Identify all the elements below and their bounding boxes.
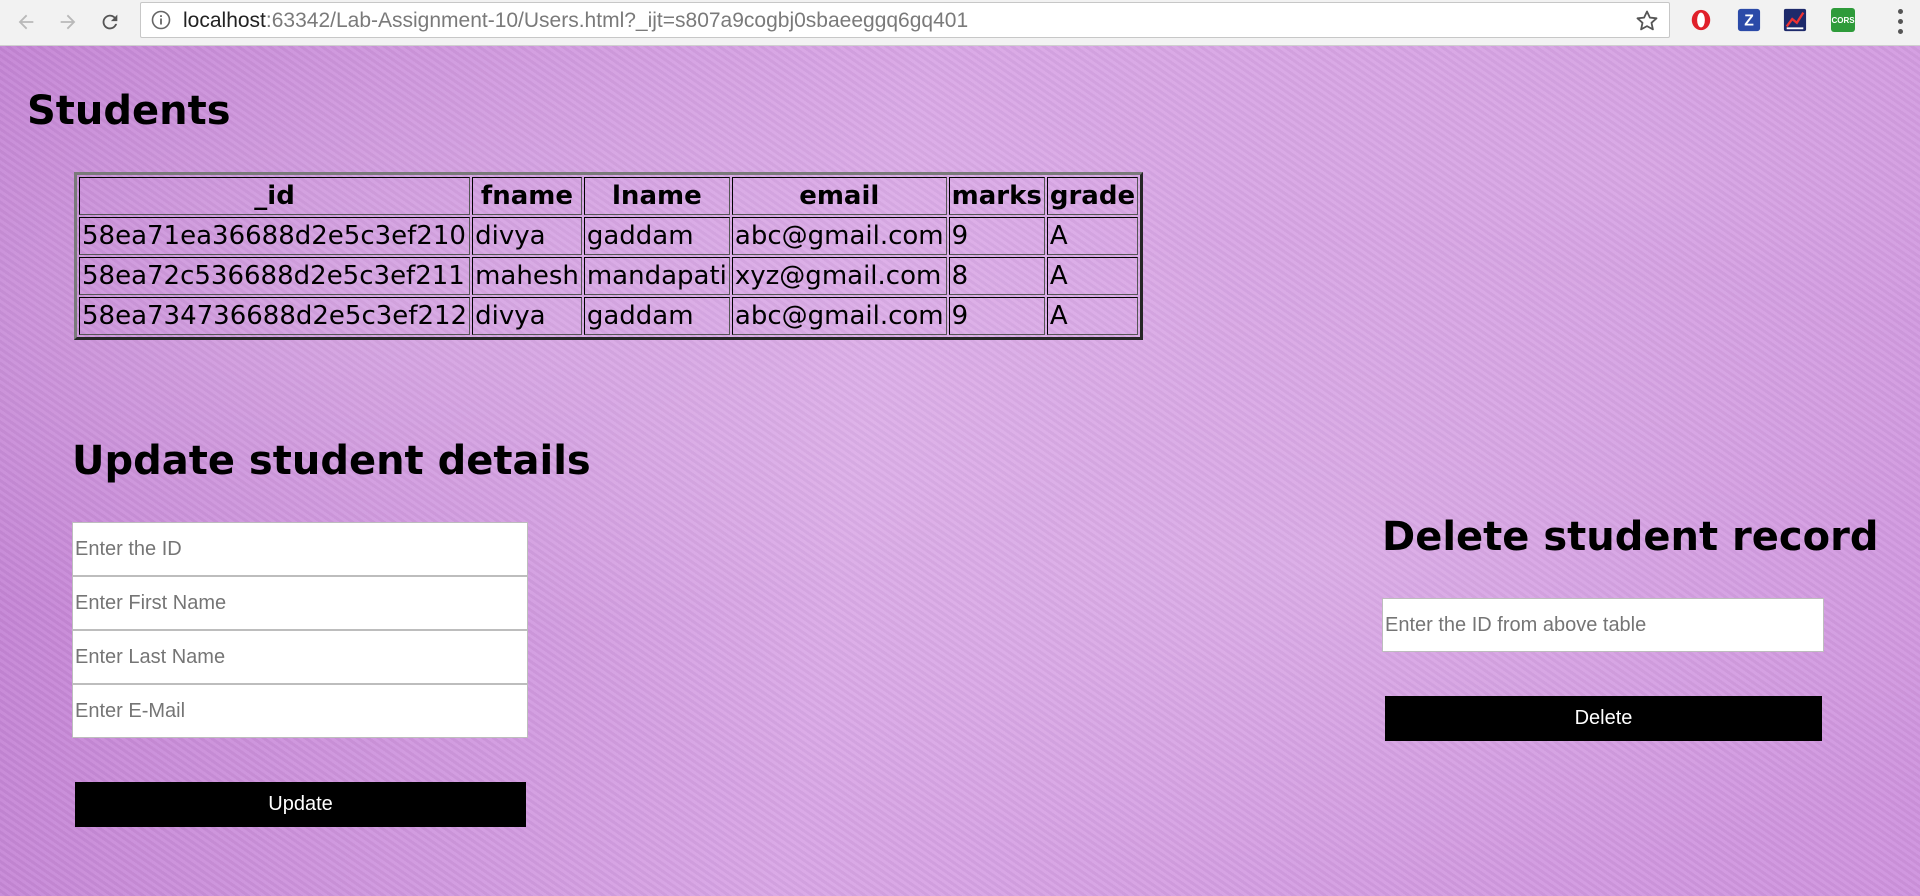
students-heading: Students (27, 88, 231, 134)
info-icon (151, 10, 171, 30)
arrow-right-icon (60, 14, 76, 30)
update-heading: Update student details (72, 438, 591, 484)
reload-icon (102, 14, 118, 30)
forward-button[interactable] (52, 6, 84, 38)
last-name-input[interactable] (72, 630, 528, 684)
cell-email: abc@gmail.com (731, 217, 947, 255)
delete-button[interactable]: Delete (1385, 696, 1822, 741)
cell-id: 58ea734736688d2e5c3ef212 (79, 297, 471, 335)
column-header-lname: lname (583, 177, 730, 215)
cell-email: xyz@gmail.com (731, 257, 947, 295)
page-background: Students _id fname lname email marks gra… (0, 46, 1920, 896)
table-row: 58ea72c536688d2e5c3ef211 mahesh mandapat… (79, 257, 1139, 295)
z-extension-icon[interactable]: Z (1736, 7, 1762, 33)
update-id-input[interactable] (72, 522, 528, 576)
reload-button[interactable] (94, 6, 126, 38)
cell-email: abc@gmail.com (731, 297, 947, 335)
cell-marks: 9 (948, 297, 1045, 335)
opera-extension-icon[interactable] (1688, 7, 1714, 33)
table-row: 58ea71ea36688d2e5c3ef210 divya gaddam ab… (79, 217, 1139, 255)
delete-id-input[interactable] (1382, 598, 1824, 652)
column-header-id: _id (79, 177, 471, 215)
svg-text:CORS: CORS (1831, 16, 1855, 25)
cell-fname: mahesh (472, 257, 582, 295)
cell-fname: divya (472, 217, 582, 255)
browser-menu-icon[interactable] (1894, 6, 1906, 36)
update-button[interactable]: Update (75, 782, 526, 827)
cell-lname: gaddam (583, 217, 730, 255)
table-row: 58ea734736688d2e5c3ef212 divya gaddam ab… (79, 297, 1139, 335)
svg-text:Z: Z (1744, 13, 1754, 30)
browser-toolbar: localhost:63342/Lab-Assignment-10/Users.… (0, 0, 1920, 46)
first-name-input[interactable] (72, 576, 528, 630)
cell-id: 58ea71ea36688d2e5c3ef210 (79, 217, 471, 255)
cell-id: 58ea72c536688d2e5c3ef211 (79, 257, 471, 295)
email-input[interactable] (72, 684, 528, 738)
cors-extension-icon[interactable]: CORS (1830, 7, 1856, 33)
column-header-marks: marks (948, 177, 1045, 215)
url-host: localhost (183, 9, 266, 32)
cell-fname: divya (472, 297, 582, 335)
column-header-email: email (731, 177, 947, 215)
url-text: localhost:63342/Lab-Assignment-10/Users.… (183, 9, 968, 33)
address-bar[interactable]: localhost:63342/Lab-Assignment-10/Users.… (140, 2, 1670, 38)
table-header-row: _id fname lname email marks grade (79, 177, 1139, 215)
cell-grade: A (1046, 217, 1139, 255)
cell-grade: A (1046, 257, 1139, 295)
students-table: _id fname lname email marks grade 58ea71… (74, 172, 1144, 340)
cell-grade: A (1046, 297, 1139, 335)
cell-marks: 8 (948, 257, 1045, 295)
column-header-fname: fname (472, 177, 582, 215)
delete-heading: Delete student record (1382, 514, 1879, 560)
cell-lname: gaddam (583, 297, 730, 335)
cell-lname: mandapati (583, 257, 730, 295)
chart-extension-icon[interactable] (1782, 7, 1808, 33)
arrow-left-icon (18, 14, 34, 30)
cell-marks: 9 (948, 217, 1045, 255)
url-path: :63342/Lab-Assignment-10/Users.html?_ijt… (265, 9, 969, 32)
bookmark-star-icon[interactable] (1635, 9, 1659, 33)
column-header-grade: grade (1046, 177, 1139, 215)
back-button[interactable] (10, 6, 42, 38)
